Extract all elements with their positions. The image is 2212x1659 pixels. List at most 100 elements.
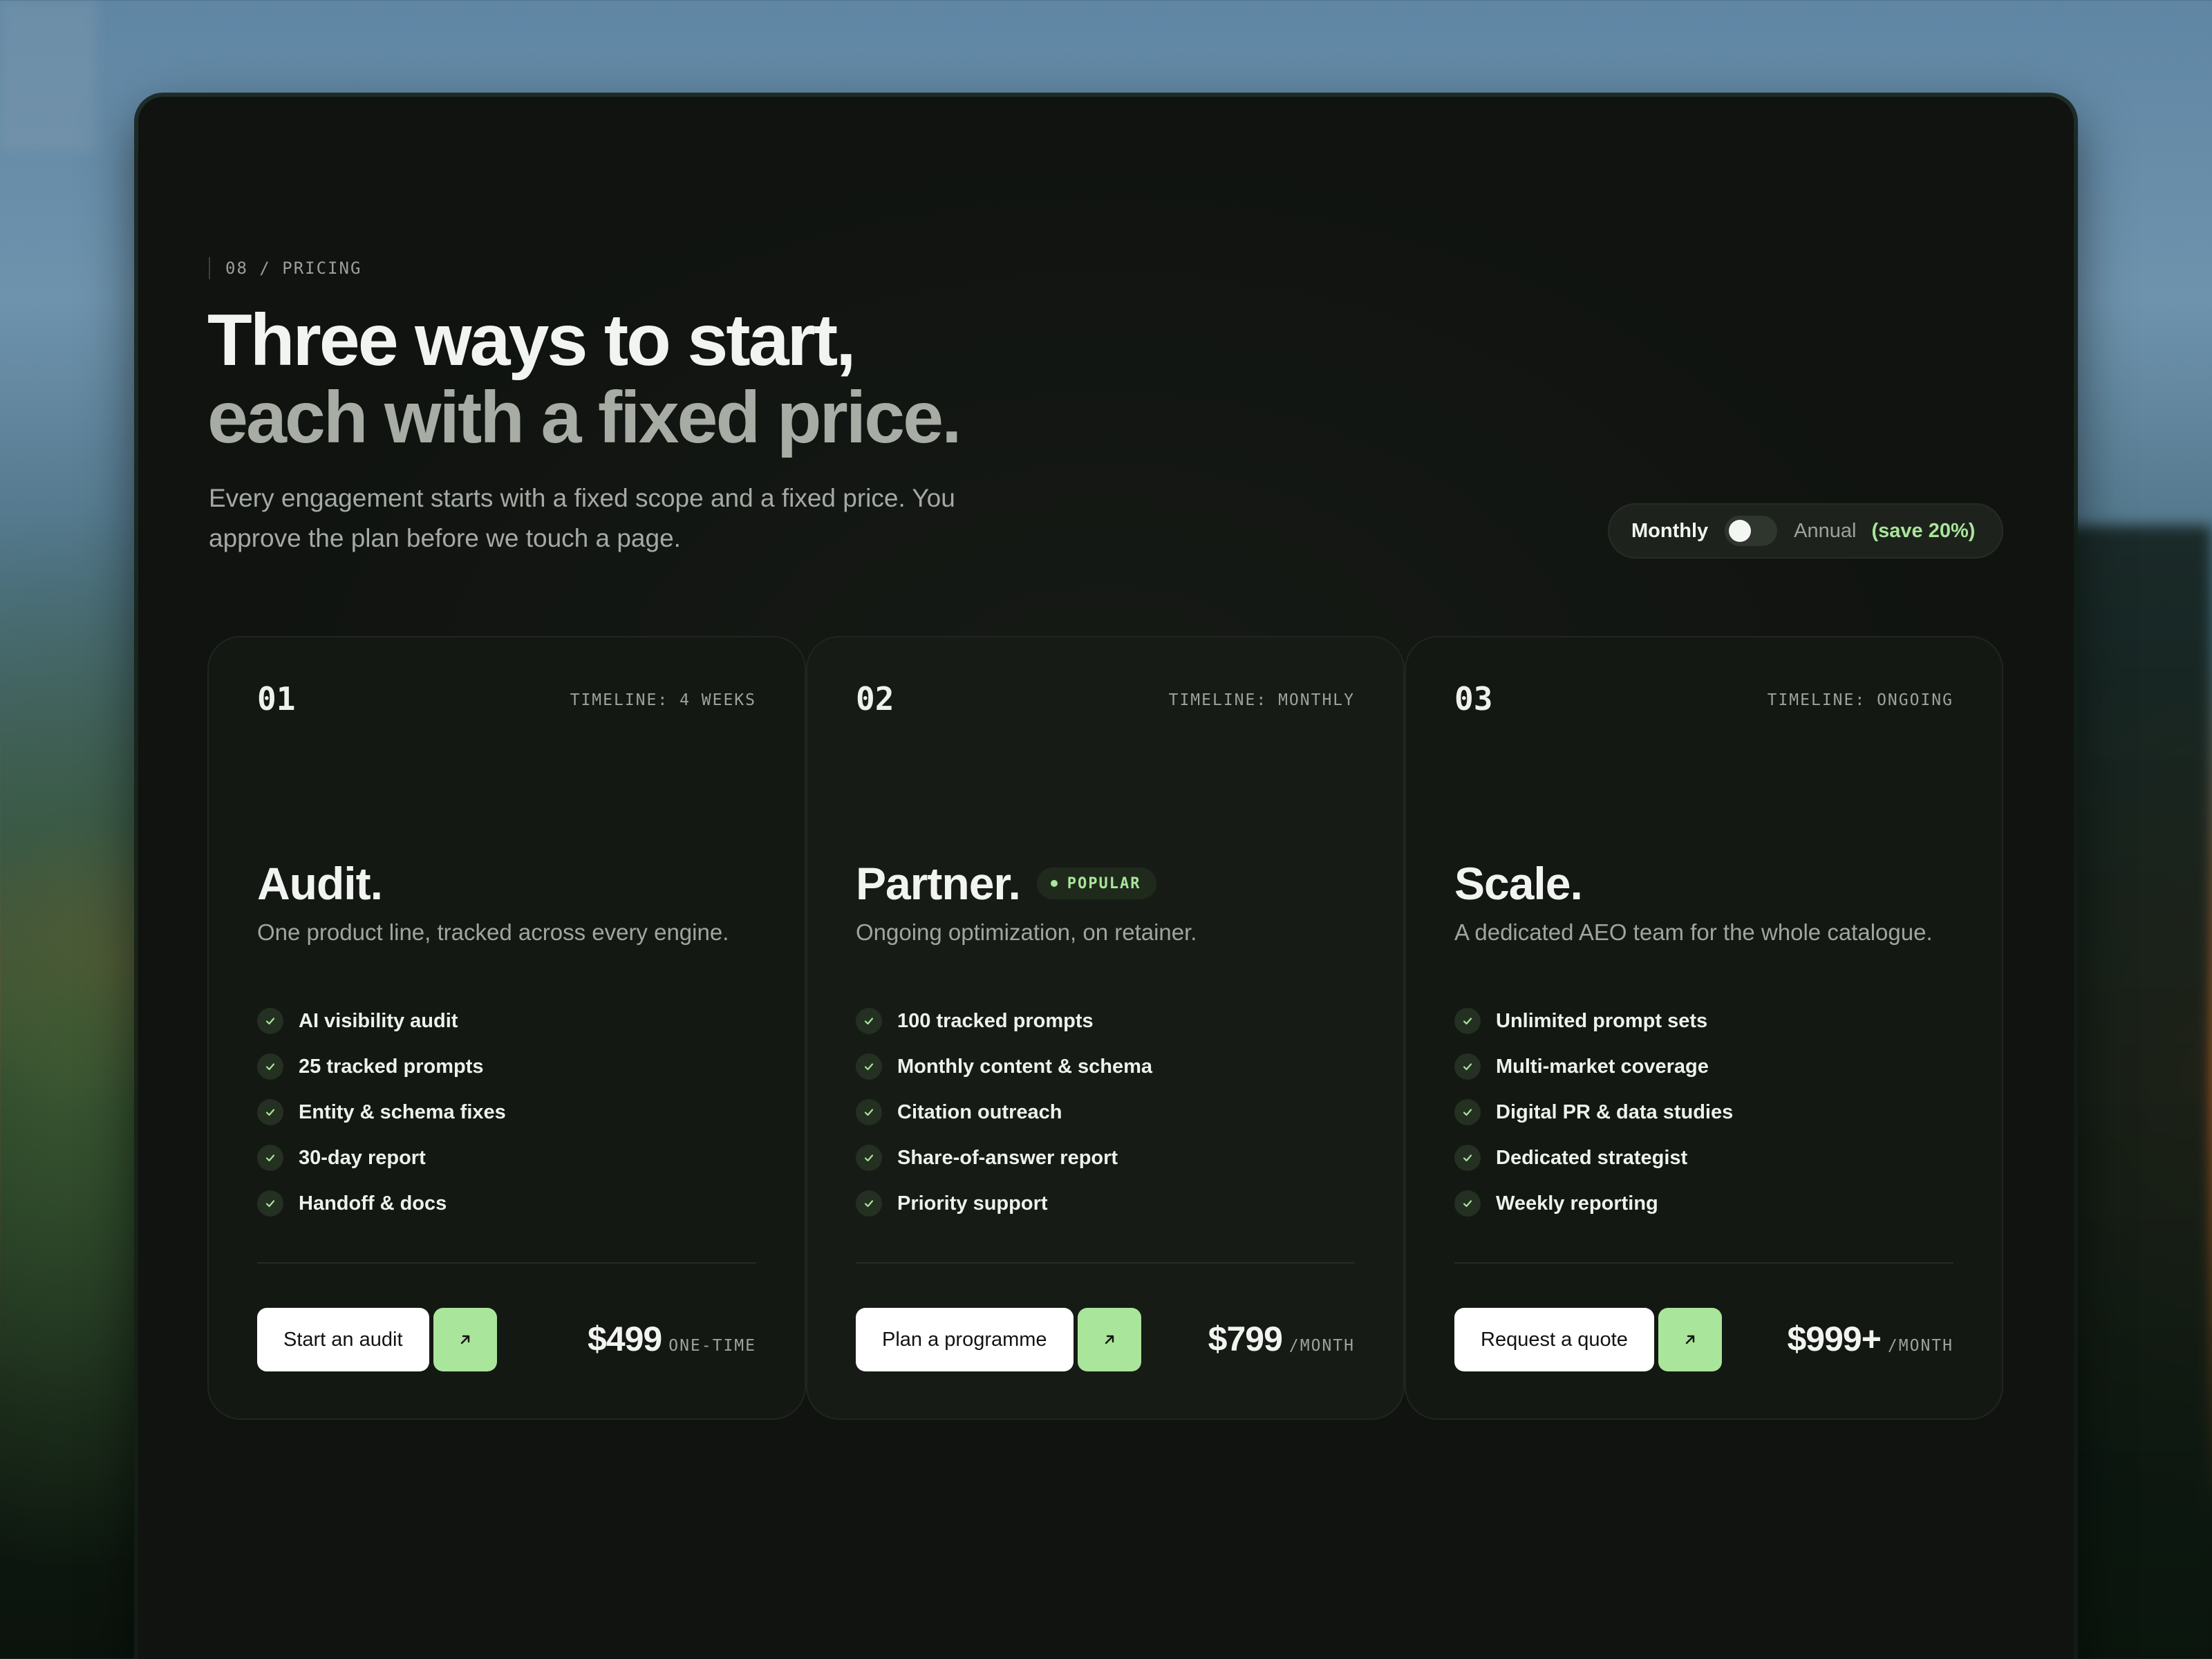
check-icon — [856, 1008, 882, 1034]
feature-item: Handoff & docs — [257, 1181, 506, 1226]
plan-timeline: TIMELINE: 4 WEEKS — [570, 691, 756, 709]
check-icon — [1454, 1145, 1481, 1171]
feature-item: 25 tracked prompts — [257, 1044, 506, 1089]
headline-line-2: each with a fixed price. — [207, 377, 962, 458]
check-icon — [856, 1145, 882, 1171]
price-period: ONE-TIME — [668, 1337, 756, 1355]
popular-badge: POPULAR — [1036, 868, 1156, 899]
feature-label: Citation outreach — [897, 1100, 1062, 1123]
check-icon — [257, 1008, 283, 1034]
plan-number: 03 — [1454, 680, 1493, 718]
plan-title-row: Scale. — [1454, 856, 1583, 911]
plan-name: Audit. — [257, 858, 383, 909]
billing-switch[interactable] — [1725, 516, 1778, 546]
feature-item: Digital PR & data studies — [1454, 1089, 1733, 1135]
feature-label: Share-of-answer report — [897, 1146, 1118, 1169]
check-icon — [1454, 1053, 1481, 1080]
price-period: /MONTH — [1288, 1337, 1355, 1355]
check-icon — [257, 1190, 283, 1217]
background-sky-blur — [0, 0, 97, 152]
check-icon — [257, 1053, 283, 1080]
feature-item: 30-day report — [257, 1135, 506, 1181]
feature-label: Handoff & docs — [299, 1192, 447, 1215]
check-icon — [257, 1145, 283, 1171]
plan-timeline: TIMELINE: ONGOING — [1767, 691, 1953, 709]
plan-card-scale: 03 TIMELINE: ONGOING Scale. A dedicated … — [1405, 636, 2003, 1420]
feature-label: Entity & schema fixes — [299, 1100, 506, 1123]
feature-item: AI visibility audit — [257, 998, 506, 1044]
plan-number: 01 — [257, 680, 296, 718]
plan-name: Scale. — [1454, 858, 1583, 909]
arrow-up-right-icon[interactable] — [1658, 1308, 1722, 1371]
plan-description: A dedicated AEO team for the whole catal… — [1454, 919, 1933, 945]
plan-description: One product line, tracked across every e… — [257, 919, 729, 945]
feature-item: Monthly content & schema — [856, 1044, 1152, 1089]
annual-savings-badge: (save 20%) — [1871, 519, 1976, 542]
feature-label: Unlimited prompt sets — [1496, 1009, 1708, 1032]
check-icon — [257, 1099, 283, 1125]
feature-label: Monthly content & schema — [897, 1055, 1152, 1078]
plan-feature-list: 100 tracked prompts Monthly content & sc… — [856, 998, 1152, 1226]
plan-timeline: TIMELINE: MONTHLY — [1168, 691, 1355, 709]
feature-item: Priority support — [856, 1181, 1152, 1226]
check-icon — [856, 1190, 882, 1217]
section-tag: 08 / PRICING — [209, 257, 362, 279]
feature-item: Citation outreach — [856, 1089, 1152, 1135]
price-period: /MONTH — [1887, 1337, 1953, 1355]
price-amount: $799 — [1208, 1320, 1283, 1358]
feature-label: 25 tracked prompts — [299, 1055, 484, 1078]
price-amount: $499 — [587, 1320, 662, 1358]
billing-toggle[interactable]: Monthly Annual (save 20%) — [1608, 503, 2003, 559]
plan-cta-group: Start an audit — [257, 1308, 497, 1371]
plan-price: $499 ONE-TIME — [588, 1319, 756, 1359]
billing-switch-knob — [1729, 520, 1752, 542]
plan-card-audit: 01 TIMELINE: 4 WEEKS Audit. One product … — [207, 636, 806, 1420]
check-icon — [1454, 1099, 1481, 1125]
check-icon — [1454, 1008, 1481, 1034]
page-title: Three ways to start, each with a fixed p… — [207, 299, 962, 458]
price-amount: $999+ — [1787, 1320, 1881, 1358]
plan-cta-group: Plan a programme — [856, 1308, 1141, 1371]
feature-label: Priority support — [897, 1192, 1048, 1215]
arrow-up-right-icon[interactable] — [433, 1308, 497, 1371]
plan-price: $799 /MONTH — [1208, 1319, 1355, 1359]
billing-option-annual[interactable]: Annual — [1794, 520, 1856, 543]
card-divider — [856, 1262, 1355, 1264]
feature-label: Dedicated strategist — [1496, 1146, 1688, 1169]
feature-label: AI visibility audit — [299, 1009, 458, 1032]
pricing-cards: 01 TIMELINE: 4 WEEKS Audit. One product … — [207, 636, 2003, 1420]
billing-option-monthly[interactable]: Monthly — [1631, 520, 1708, 543]
card-divider — [1454, 1262, 1953, 1264]
feature-label: Weekly reporting — [1496, 1192, 1658, 1215]
popular-badge-label: POPULAR — [1067, 874, 1141, 892]
feature-item: Unlimited prompt sets — [1454, 998, 1733, 1044]
feature-label: 100 tracked prompts — [897, 1009, 1094, 1032]
check-icon — [856, 1053, 882, 1080]
feature-item: Share-of-answer report — [856, 1135, 1152, 1181]
plan-name: Partner. — [856, 858, 1021, 909]
plan-feature-list: Unlimited prompt sets Multi-market cover… — [1454, 998, 1733, 1226]
card-divider — [257, 1262, 756, 1264]
headline-line-1: Three ways to start, — [207, 299, 856, 381]
feature-label: 30-day report — [299, 1146, 426, 1169]
request-quote-button[interactable]: Request a quote — [1454, 1308, 1654, 1371]
plan-cta-group: Request a quote — [1454, 1308, 1722, 1371]
start-audit-button[interactable]: Start an audit — [257, 1308, 429, 1371]
plan-price: $999+ /MONTH — [1787, 1319, 1953, 1359]
plan-card-partner: 02 TIMELINE: MONTHLY Partner. POPULAR On… — [806, 636, 1405, 1420]
plan-description: Ongoing optimization, on retainer. — [856, 919, 1197, 945]
arrow-up-right-icon[interactable] — [1077, 1308, 1141, 1371]
plan-title-row: Partner. POPULAR — [856, 856, 1156, 911]
plan-programme-button[interactable]: Plan a programme — [856, 1308, 1074, 1371]
feature-label: Multi-market coverage — [1496, 1055, 1709, 1078]
feature-label: Digital PR & data studies — [1496, 1100, 1734, 1123]
feature-item: Multi-market coverage — [1454, 1044, 1733, 1089]
feature-item: 100 tracked prompts — [856, 998, 1152, 1044]
plan-title-row: Audit. — [257, 856, 383, 911]
pricing-window: 08 / PRICING Three ways to start, each w… — [138, 97, 2074, 1659]
check-icon — [856, 1099, 882, 1125]
feature-item: Dedicated strategist — [1454, 1135, 1733, 1181]
check-icon — [1454, 1190, 1481, 1217]
dot-icon — [1050, 880, 1058, 887]
plan-number: 02 — [856, 680, 894, 718]
